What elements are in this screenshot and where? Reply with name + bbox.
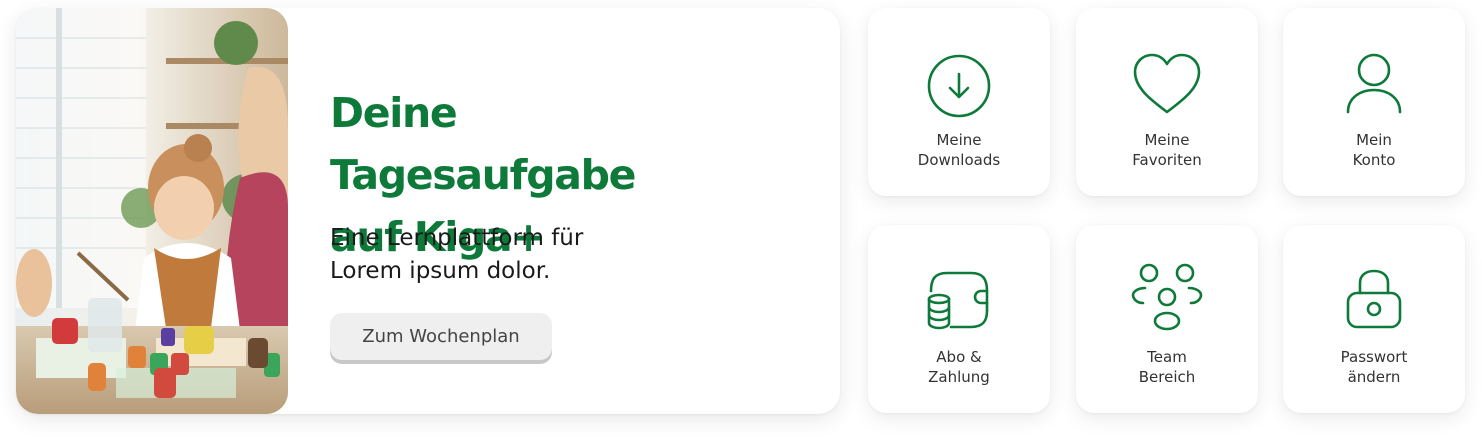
tile-label-line1: Mein bbox=[1356, 131, 1392, 149]
tile-label-line1: Abo & bbox=[936, 348, 982, 366]
tile-label: Meine Favoriten bbox=[1076, 130, 1258, 170]
weekly-plan-button[interactable]: Zum Wochenplan bbox=[330, 313, 552, 360]
tile-label-line2: Konto bbox=[1352, 151, 1396, 169]
tile-label-line1: Meine bbox=[936, 131, 982, 149]
daily-task-card: Deine Tagesaufgabe auf Kiga+ Eine Lernpl… bbox=[16, 8, 840, 414]
tile-label: Mein Konto bbox=[1283, 130, 1465, 170]
dashboard: Deine Tagesaufgabe auf Kiga+ Eine Lernpl… bbox=[0, 0, 1482, 440]
hero-subtitle-line1: Eine Lernplattform für bbox=[330, 225, 584, 251]
user-icon bbox=[1338, 50, 1410, 122]
download-icon bbox=[923, 50, 995, 122]
tile-label-line2: Zahlung bbox=[928, 368, 990, 386]
tile-label-line2: Downloads bbox=[917, 151, 1001, 169]
tile-label-line1: Team bbox=[1147, 348, 1187, 366]
tile-label-line2: ändern bbox=[1347, 368, 1401, 386]
heart-icon bbox=[1131, 50, 1203, 122]
tile-subscription-payment[interactable]: Abo & Zahlung bbox=[868, 225, 1050, 413]
tile-label: Abo & Zahlung bbox=[868, 347, 1050, 387]
tile-label-line2: Bereich bbox=[1138, 368, 1196, 386]
tile-change-password[interactable]: Passwort ändern bbox=[1283, 225, 1465, 413]
tile-label-line1: Passwort bbox=[1340, 348, 1408, 366]
tile-downloads[interactable]: Meine Downloads bbox=[868, 8, 1050, 196]
hero-title-line1: Deine Tagesaufgabe bbox=[330, 89, 636, 199]
tile-account[interactable]: Mein Konto bbox=[1283, 8, 1465, 196]
tile-team-area[interactable]: Team Bereich bbox=[1076, 225, 1258, 413]
tile-label-line2: Favoriten bbox=[1132, 151, 1202, 169]
wallet-icon bbox=[923, 265, 995, 337]
tile-label: Team Bereich bbox=[1076, 347, 1258, 387]
kids-crafting-photo-icon bbox=[16, 8, 288, 414]
lock-icon bbox=[1338, 267, 1410, 339]
hero-subtitle-line2: Lorem ipsum dolor. bbox=[330, 258, 551, 284]
tile-favorites[interactable]: Meine Favoriten bbox=[1076, 8, 1258, 196]
tile-label: Passwort ändern bbox=[1283, 347, 1465, 387]
hero-subtitle: Eine Lernplattform für Lorem ipsum dolor… bbox=[330, 222, 690, 288]
tile-label-line1: Meine bbox=[1144, 131, 1190, 149]
team-icon bbox=[1131, 261, 1203, 333]
hero-photo bbox=[16, 8, 288, 414]
tile-label: Meine Downloads bbox=[868, 130, 1050, 170]
